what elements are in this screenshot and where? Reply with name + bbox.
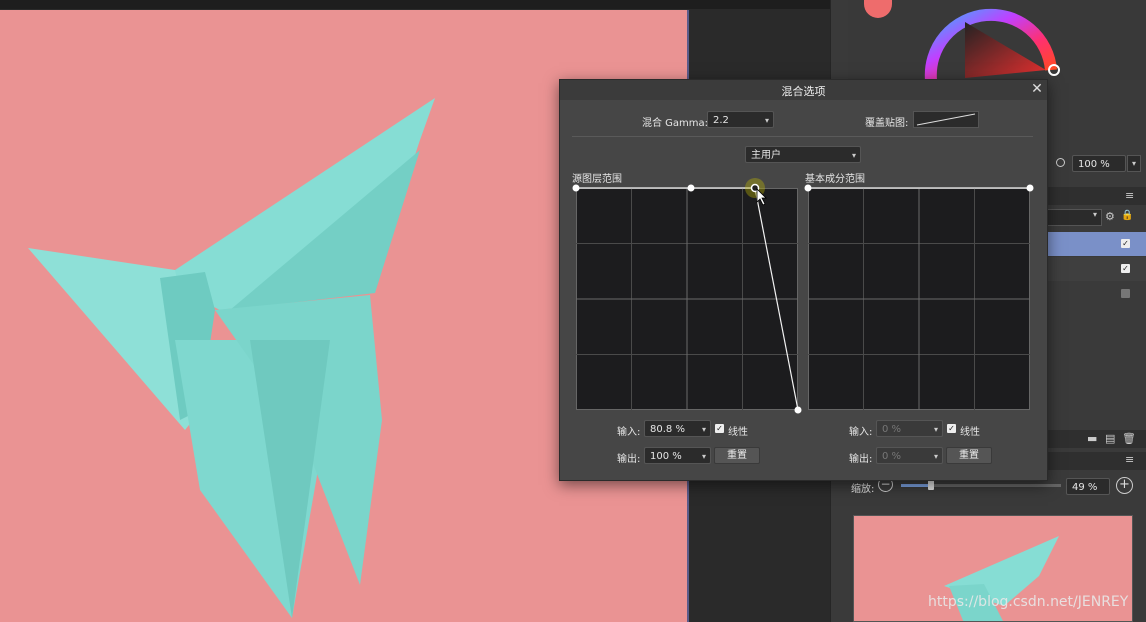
separator: [572, 136, 1033, 137]
zoom-label: 缩放:: [851, 484, 875, 495]
source-point-handle: [572, 184, 580, 192]
opacity-icon: [1056, 158, 1065, 167]
blend-options-dialog: 混合选项 ✕ 混合 Gamma: 2.2 ▾ 覆盖贴图: 主用户 ▾ 源图层范围: [559, 79, 1048, 481]
chevron-down-icon: ▾: [933, 452, 938, 461]
zoom-value: 49 %: [1072, 482, 1098, 493]
opacity-dropdown-caret[interactable]: ▾: [1127, 155, 1141, 172]
base-linear-label: 线性: [960, 427, 980, 438]
blend-gamma-dropdown[interactable]: 2.2 ▾: [707, 111, 774, 128]
watermark-text: https://blog.csdn.net/JENREY: [928, 594, 1129, 610]
base-linear-checkbox[interactable]: ✓: [947, 424, 956, 433]
source-output-value: 100 %: [650, 451, 682, 462]
gear-icon[interactable]: ⚙: [1105, 210, 1115, 223]
base-point-handle: [1026, 184, 1034, 192]
add-layer-icon[interactable]: ▤: [1105, 432, 1115, 445]
overlay-map-curve-button[interactable]: [913, 111, 979, 128]
layer-visibility-checkbox[interactable]: [1121, 289, 1130, 298]
source-range-graph[interactable]: [572, 178, 802, 414]
source-input-field[interactable]: 80.8 % ▾: [644, 420, 711, 437]
base-range-graph[interactable]: [804, 184, 1034, 410]
zoom-slider-fill: [901, 484, 931, 487]
source-point-handle: [687, 184, 695, 192]
blend-gamma-value: 2.2: [713, 115, 729, 126]
blend-gamma-label: 混合 Gamma:: [642, 118, 709, 129]
source-range-curve: [572, 178, 802, 414]
chevron-down-icon: ▾: [851, 151, 856, 160]
source-range-label: 源图层范围: [572, 174, 622, 185]
source-output-label: 输出:: [617, 454, 641, 465]
zoom-in-icon[interactable]: +: [1116, 477, 1133, 494]
panel-menu-icon[interactable]: ≡: [1125, 453, 1134, 466]
base-point-handle: [804, 184, 812, 192]
chevron-down-icon: ▾: [933, 425, 938, 434]
color-wheel[interactable]: [921, 0, 1071, 80]
source-output-field[interactable]: 100 % ▾: [644, 447, 711, 464]
source-point-handle: [794, 406, 802, 414]
linear-curve-icon: [916, 113, 976, 126]
layer-visibility-checkbox[interactable]: ✓: [1121, 264, 1130, 273]
dialog-title: 混合选项: [781, 85, 826, 98]
chevron-down-icon: ▾: [701, 425, 706, 434]
layer-row[interactable]: [1047, 257, 1146, 281]
lock-icon[interactable]: 🔒: [1121, 210, 1133, 221]
layer-visibility-checkbox[interactable]: ✓: [1121, 239, 1130, 248]
source-linear-checkbox[interactable]: ✓: [715, 424, 724, 433]
channel-value: 主用户: [751, 150, 781, 161]
source-input-label: 输入:: [617, 427, 641, 438]
base-output-field[interactable]: 0 % ▾: [876, 447, 943, 464]
layer-row[interactable]: [1047, 282, 1146, 306]
close-icon[interactable]: ✕: [1030, 81, 1044, 97]
canvas-top-strip: [0, 0, 830, 9]
zoom-slider[interactable]: [901, 479, 1061, 490]
opacity-field[interactable]: 100 %: [1072, 155, 1126, 172]
layer-row-selected[interactable]: [1047, 232, 1146, 256]
channel-dropdown[interactable]: 主用户 ▾: [745, 146, 861, 163]
base-output-label: 输出:: [849, 454, 873, 465]
base-reset-button[interactable]: 重置: [946, 447, 992, 464]
base-input-label: 输入:: [849, 427, 873, 438]
chevron-down-icon: ▾: [701, 452, 706, 461]
source-reset-button[interactable]: 重置: [714, 447, 760, 464]
base-input-value: 0 %: [882, 424, 902, 435]
blend-mode-dropdown[interactable]: ▾: [1047, 209, 1102, 226]
source-linear-label: 线性: [728, 427, 748, 438]
opacity-value: 100 %: [1078, 159, 1110, 170]
base-range-label: 基本成分范围: [805, 174, 865, 185]
overlay-map-label: 覆盖贴图:: [865, 118, 909, 129]
zoom-field[interactable]: 49 %: [1066, 478, 1110, 495]
base-output-value: 0 %: [882, 451, 902, 462]
chevron-down-icon: ▾: [764, 116, 769, 125]
source-input-value: 80.8 %: [650, 424, 685, 435]
base-range-curve: [804, 184, 1034, 410]
folder-icon[interactable]: ▬: [1087, 432, 1097, 445]
base-input-field[interactable]: 0 % ▾: [876, 420, 943, 437]
trash-icon[interactable]: 🗑: [1122, 432, 1136, 445]
panel-menu-icon[interactable]: ≡: [1125, 189, 1134, 202]
